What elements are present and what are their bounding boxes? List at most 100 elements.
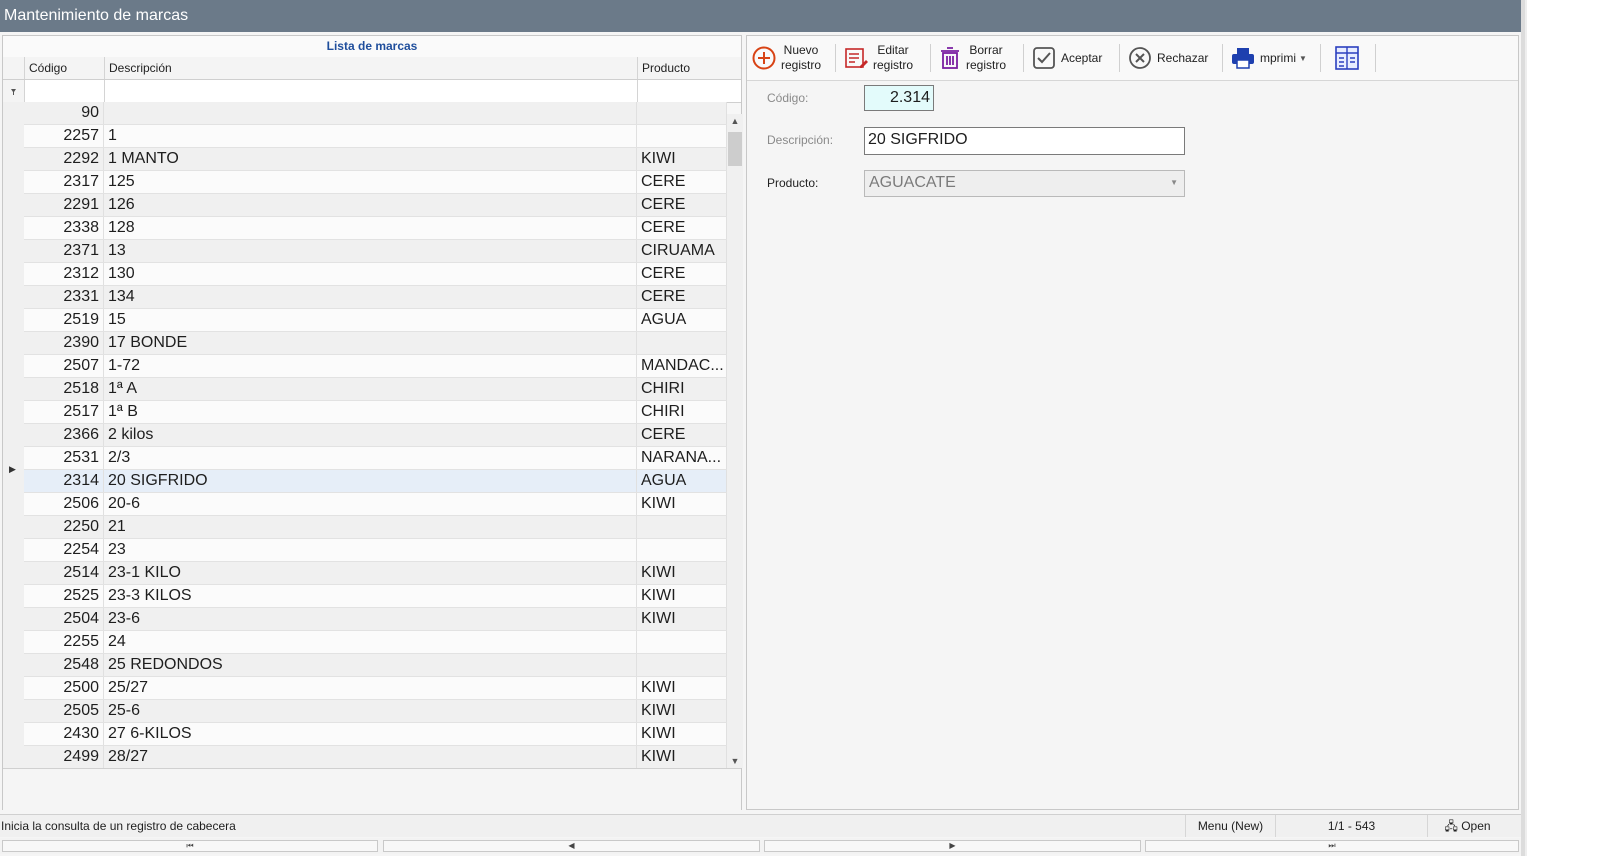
funnel-icon[interactable] (3, 80, 24, 102)
cell-product[interactable]: KIWI (637, 585, 727, 607)
product-select[interactable]: AGUACATE ▼ (864, 170, 1185, 197)
cell-product[interactable]: KIWI (637, 493, 727, 515)
cell-code[interactable]: 2504 (24, 608, 104, 630)
cell-description[interactable]: 1 MANTO (104, 148, 637, 170)
cell-product[interactable] (637, 539, 727, 561)
cell-description[interactable]: 23-3 KILOS (104, 585, 637, 607)
cell-code[interactable]: 2518 (24, 378, 104, 400)
cell-description[interactable]: 2 kilos (104, 424, 637, 446)
cell-description[interactable]: 128 (104, 217, 637, 239)
cell-code[interactable]: 2366 (24, 424, 104, 446)
reject-button[interactable]: Rechazar (1127, 39, 1208, 77)
cell-description[interactable]: 1-72 (104, 355, 637, 377)
table-row[interactable]: 90 (24, 102, 727, 125)
filter-product-input[interactable] (637, 80, 727, 102)
cell-description[interactable]: 25-6 (104, 700, 637, 722)
column-header-code[interactable]: Código (24, 57, 104, 79)
table-row[interactable]: 2430 27 6-KILOS KIWI (24, 723, 727, 746)
vertical-scrollbar[interactable]: ▲ ▼ (727, 114, 743, 768)
filter-description-input[interactable] (104, 80, 637, 102)
table-row[interactable]: 2499 28/27 KIWI (24, 746, 727, 768)
print-button[interactable]: mprimi ▼ (1230, 39, 1307, 77)
description-field[interactable]: 20 SIGFRIDO (864, 127, 1185, 155)
cell-description[interactable]: 20-6 (104, 493, 637, 515)
cell-product[interactable]: CERE (637, 424, 727, 446)
cell-description[interactable]: 125 (104, 171, 637, 193)
table-row[interactable]: 2255 24 (24, 631, 727, 654)
cell-code[interactable]: 2254 (24, 539, 104, 561)
cell-product[interactable]: CERE (637, 171, 727, 193)
table-row[interactable]: 2525 23-3 KILOS KIWI (24, 585, 727, 608)
table-row[interactable]: 2514 23-1 KILO KIWI (24, 562, 727, 585)
cell-code[interactable]: 2257 (24, 125, 104, 147)
cell-description[interactable]: 24 (104, 631, 637, 653)
cell-code[interactable]: 2506 (24, 493, 104, 515)
table-row[interactable]: 2505 25-6 KIWI (24, 700, 727, 723)
cell-product[interactable]: CERE (637, 194, 727, 216)
table-row[interactable]: 2366 2 kilos CERE (24, 424, 727, 447)
column-header-description[interactable]: Descripción (104, 57, 637, 79)
cell-description[interactable]: 2/3 (104, 447, 637, 469)
table-row[interactable]: 2338 128 CERE (24, 217, 727, 240)
cell-product[interactable]: KIWI (637, 700, 727, 722)
scroll-up-icon[interactable]: ▲ (727, 114, 743, 128)
cell-description[interactable]: 25 REDONDOS (104, 654, 637, 676)
cell-description[interactable]: 1 (104, 125, 637, 147)
table-row[interactable]: 2291 126 CERE (24, 194, 727, 217)
cell-product[interactable] (637, 102, 727, 124)
dropdown-arrow-icon[interactable]: ▼ (1299, 54, 1307, 63)
table-row[interactable]: 2317 125 CERE (24, 171, 727, 194)
table-row[interactable]: 2517 1ª B CHIRI (24, 401, 727, 424)
table-row[interactable]: 2371 13 CIRUAMA (24, 240, 727, 263)
cell-product[interactable]: CHIRI (637, 401, 727, 423)
cell-code[interactable]: 2519 (24, 309, 104, 331)
cell-description[interactable] (104, 102, 637, 124)
table-row[interactable]: 2292 1 MANTO KIWI (24, 148, 727, 171)
cell-product[interactable]: AGUA (637, 470, 727, 492)
first-record-icon[interactable]: ⏮ (2, 840, 378, 852)
filter-code-input[interactable] (24, 80, 104, 102)
scrollbar-thumb[interactable] (728, 132, 742, 166)
cell-product[interactable] (637, 654, 727, 676)
cell-code[interactable]: 2499 (24, 746, 104, 768)
cell-description[interactable]: 1ª A (104, 378, 637, 400)
cell-product[interactable]: NARANA... (637, 447, 727, 469)
chevron-down-icon[interactable]: ▼ (1170, 171, 1178, 195)
table-row[interactable]: 2504 23-6 KIWI (24, 608, 727, 631)
table-row[interactable]: 2506 20-6 KIWI (24, 493, 727, 516)
cell-description[interactable]: 134 (104, 286, 637, 308)
cell-code[interactable]: 2514 (24, 562, 104, 584)
table-row[interactable]: 2312 130 CERE (24, 263, 727, 286)
cell-product[interactable]: KIWI (637, 608, 727, 630)
cell-code[interactable]: 2312 (24, 263, 104, 285)
cell-code[interactable]: 2292 (24, 148, 104, 170)
cell-description[interactable]: 23-6 (104, 608, 637, 630)
cell-product[interactable] (637, 631, 727, 653)
table-row[interactable]: 2500 25/27 KIWI (24, 677, 727, 700)
edit-record-button[interactable]: Editar registro (843, 39, 913, 77)
table-row[interactable]: 2531 2/3 NARANA... (24, 447, 727, 470)
column-header-product[interactable]: Producto (637, 57, 727, 79)
table-row[interactable]: 2548 25 REDONDOS (24, 654, 727, 677)
scroll-down-icon[interactable]: ▼ (727, 754, 743, 768)
cell-description[interactable]: 21 (104, 516, 637, 538)
cell-description[interactable]: 25/27 (104, 677, 637, 699)
cell-product[interactable] (637, 516, 727, 538)
cell-code[interactable]: 2291 (24, 194, 104, 216)
previous-record-icon[interactable]: ◀ (383, 840, 760, 852)
code-field[interactable]: 2.314 (864, 85, 934, 111)
delete-record-button[interactable]: Borrar registro (938, 39, 1006, 77)
cell-description[interactable]: 15 (104, 309, 637, 331)
cell-product[interactable] (637, 125, 727, 147)
cell-description[interactable]: 27 6-KILOS (104, 723, 637, 745)
cell-code[interactable]: 2507 (24, 355, 104, 377)
accept-button[interactable]: Aceptar (1031, 39, 1102, 77)
cell-description[interactable]: 1ª B (104, 401, 637, 423)
cell-description[interactable]: 23 (104, 539, 637, 561)
table-row[interactable]: 2254 23 (24, 539, 727, 562)
table-row[interactable]: 2257 1 (24, 125, 727, 148)
cell-description[interactable]: 17 BONDE (104, 332, 637, 354)
cell-product[interactable]: KIWI (637, 562, 727, 584)
cell-product[interactable]: AGUA (637, 309, 727, 331)
cell-description[interactable]: 126 (104, 194, 637, 216)
